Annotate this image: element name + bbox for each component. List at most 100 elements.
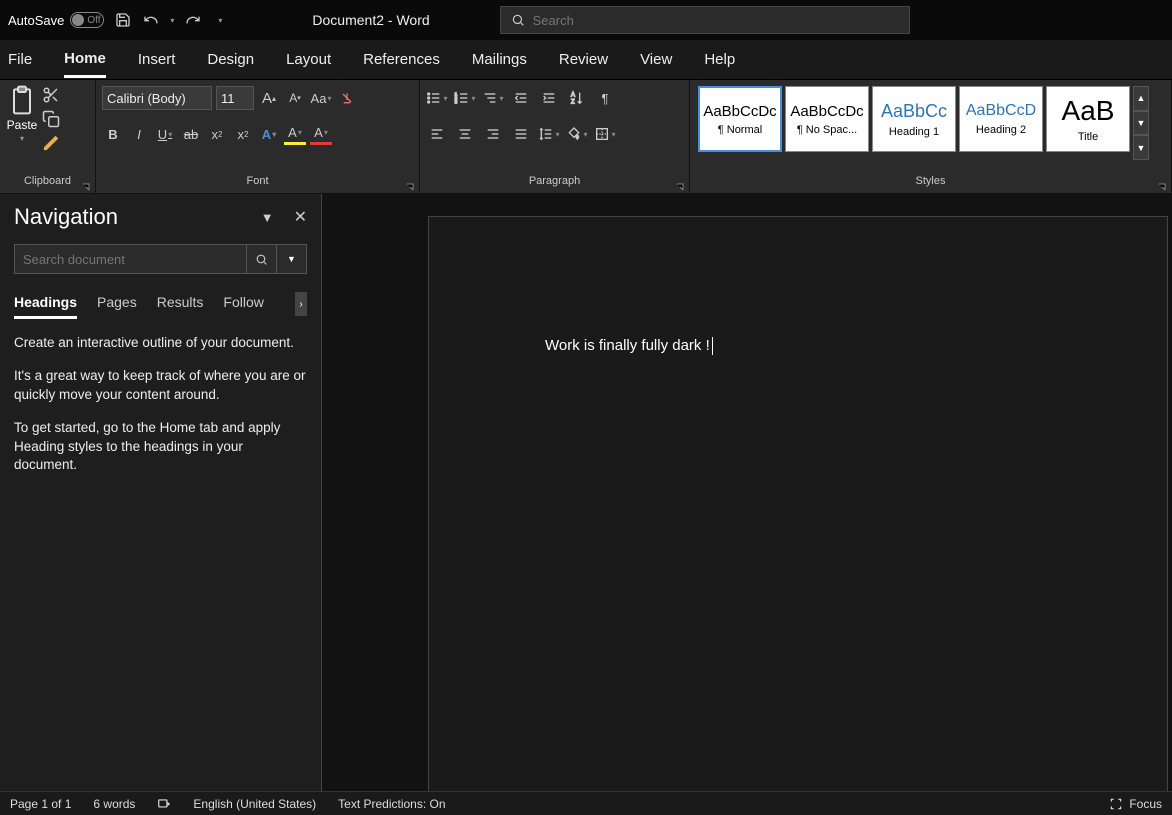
- strike-button[interactable]: ab: [180, 123, 202, 145]
- nav-tab-pages[interactable]: Pages: [97, 288, 137, 319]
- style---no-spac---[interactable]: AaBbCcDc¶ No Spac...: [785, 86, 869, 152]
- bold-button[interactable]: B: [102, 123, 124, 145]
- search-icon: [511, 13, 525, 27]
- nav-search-input[interactable]: [15, 252, 246, 267]
- change-case-icon[interactable]: Aa▾: [310, 87, 332, 109]
- align-center-icon[interactable]: [454, 123, 476, 145]
- navigation-panel: Navigation ▼ ✕ ▼ HeadingsPagesResultsFol…: [0, 194, 322, 791]
- document-page[interactable]: Work is finally fully dark !: [428, 216, 1168, 791]
- format-painter-icon[interactable]: [42, 134, 60, 152]
- undo-icon[interactable]: [142, 11, 160, 29]
- style-heading-1[interactable]: AaBbCcHeading 1: [872, 86, 956, 152]
- svg-text:Z: Z: [571, 99, 575, 105]
- paragraph-launcher[interactable]: [675, 179, 687, 191]
- redo-icon[interactable]: [184, 11, 202, 29]
- align-left-icon[interactable]: [426, 123, 448, 145]
- tab-mailings[interactable]: Mailings: [472, 43, 527, 76]
- italic-button[interactable]: I: [128, 123, 150, 145]
- status-words[interactable]: 6 words: [93, 797, 135, 811]
- search-input[interactable]: [533, 13, 899, 28]
- highlight-icon[interactable]: A▾: [284, 123, 306, 145]
- tab-view[interactable]: View: [640, 43, 672, 76]
- nav-tab-headings[interactable]: Headings: [14, 288, 77, 319]
- search-box[interactable]: [500, 6, 910, 34]
- tab-file[interactable]: File: [8, 43, 32, 76]
- tab-layout[interactable]: Layout: [286, 43, 331, 76]
- nav-help-text: It's a great way to keep track of where …: [14, 367, 307, 405]
- text-cursor: [712, 337, 713, 355]
- styles-launcher[interactable]: [1157, 179, 1169, 191]
- superscript-button[interactable]: x2: [232, 123, 254, 145]
- nav-search-dropdown[interactable]: ▼: [276, 245, 306, 273]
- nav-help-text: Create an interactive outline of your do…: [14, 334, 307, 353]
- multilevel-icon[interactable]: ▾: [482, 87, 504, 109]
- tab-design[interactable]: Design: [207, 43, 254, 76]
- justify-icon[interactable]: [510, 123, 532, 145]
- numbering-icon[interactable]: 123▾: [454, 87, 476, 109]
- nav-search-go-icon[interactable]: [246, 245, 276, 273]
- status-language[interactable]: English (United States): [193, 797, 316, 811]
- sort-icon[interactable]: AZ: [566, 87, 588, 109]
- increase-indent-icon[interactable]: [538, 87, 560, 109]
- paste-button[interactable]: Paste ▾: [6, 84, 38, 143]
- document-area[interactable]: Work is finally fully dark !: [322, 194, 1172, 791]
- nav-tabs: Headings Pages Results Follow ›: [14, 288, 307, 320]
- clipboard-launcher[interactable]: [81, 179, 93, 191]
- style-title[interactable]: AaBTitle: [1046, 86, 1130, 152]
- autosave-toggle[interactable]: AutoSave Off: [8, 12, 104, 28]
- tab-home[interactable]: Home: [64, 42, 106, 78]
- cut-icon[interactable]: [42, 86, 60, 104]
- document-text[interactable]: Work is finally fully dark !: [545, 337, 710, 354]
- style---normal[interactable]: AaBbCcDc¶ Normal: [698, 86, 782, 152]
- nav-search[interactable]: ▼: [14, 244, 307, 274]
- group-paragraph: ▾ 123▾ ▾ AZ ¶ ▾ ▾ ▾ Paragraph: [420, 80, 690, 193]
- group-clipboard: Paste ▾ Clipboard: [0, 80, 96, 193]
- align-right-icon[interactable]: [482, 123, 504, 145]
- nav-tab-scroll[interactable]: ›: [295, 292, 307, 316]
- status-focus[interactable]: Focus: [1109, 797, 1162, 811]
- save-icon[interactable]: [114, 11, 132, 29]
- document-title: Document2 - Word: [312, 12, 429, 28]
- status-spellcheck-icon[interactable]: [157, 797, 171, 811]
- status-page[interactable]: Page 1 of 1: [10, 797, 71, 811]
- shrink-font-icon[interactable]: A▾: [284, 87, 306, 109]
- tab-help[interactable]: Help: [704, 43, 735, 76]
- svg-text:A: A: [571, 93, 575, 99]
- bullets-icon[interactable]: ▾: [426, 87, 448, 109]
- show-marks-icon[interactable]: ¶: [594, 87, 616, 109]
- font-color-icon[interactable]: A▾: [310, 123, 332, 145]
- clear-format-icon[interactable]: [336, 87, 358, 109]
- grow-font-icon[interactable]: A▴: [258, 87, 280, 109]
- text-effects-icon[interactable]: A▾: [258, 123, 280, 145]
- status-predictions[interactable]: Text Predictions: On: [338, 797, 445, 811]
- font-size-select[interactable]: [216, 86, 254, 110]
- toggle-switch[interactable]: Off: [70, 12, 104, 28]
- qat-customize[interactable]: ▾: [218, 16, 222, 25]
- line-spacing-icon[interactable]: ▾: [538, 123, 560, 145]
- style-scroll-down[interactable]: ▼: [1133, 111, 1149, 136]
- shading-icon[interactable]: ▾: [566, 123, 588, 145]
- tab-insert[interactable]: Insert: [138, 43, 176, 76]
- decrease-indent-icon[interactable]: [510, 87, 532, 109]
- undo-dropdown[interactable]: ▾: [170, 16, 174, 25]
- nav-dropdown-icon[interactable]: ▼: [261, 210, 274, 225]
- underline-button[interactable]: U▾: [154, 123, 176, 145]
- style-expand[interactable]: ▼: [1133, 135, 1149, 160]
- ribbon-tabs: File Home Insert Design Layout References Mail…: [0, 40, 1172, 80]
- font-launcher[interactable]: [405, 179, 417, 191]
- font-name-select[interactable]: [102, 86, 212, 110]
- tab-review[interactable]: Review: [559, 43, 608, 76]
- nav-tab-follow[interactable]: Follow: [223, 288, 263, 319]
- ribbon: Paste ▾ Clipboard A▴ A▾ Aa▾ B: [0, 80, 1172, 194]
- nav-close-icon[interactable]: ✕: [294, 207, 307, 227]
- style-scroll-up[interactable]: ▲: [1133, 86, 1149, 111]
- tab-references[interactable]: References: [363, 43, 440, 76]
- title-bar: AutoSave Off ▾ ▾ Document2 - Word: [0, 0, 1172, 40]
- subscript-button[interactable]: x2: [206, 123, 228, 145]
- style-heading-2[interactable]: AaBbCcDHeading 2: [959, 86, 1043, 152]
- copy-icon[interactable]: [42, 110, 60, 128]
- style-scroll[interactable]: ▲▼▼: [1133, 86, 1149, 160]
- nav-tab-results[interactable]: Results: [157, 288, 204, 319]
- group-styles: AaBbCcDc¶ NormalAaBbCcDc¶ No Spac...AaBb…: [690, 80, 1172, 193]
- borders-icon[interactable]: ▾: [594, 123, 616, 145]
